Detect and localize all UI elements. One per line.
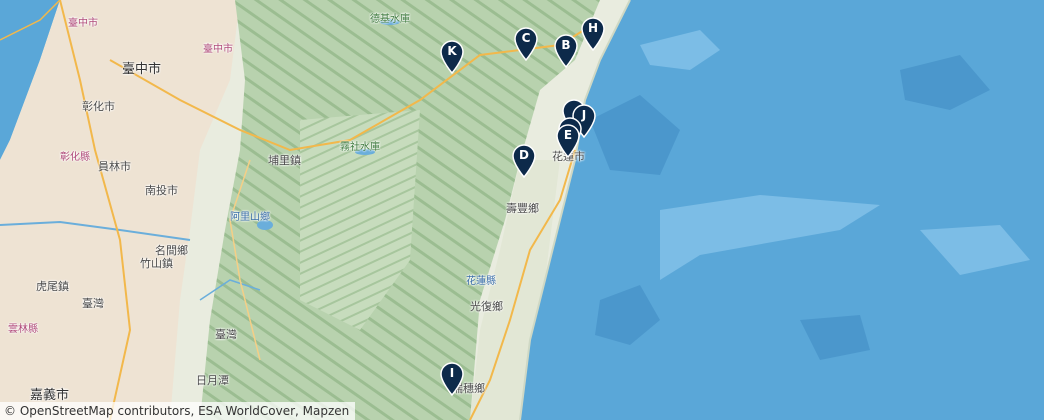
map-marker-d[interactable]: D [511,144,537,178]
map-attribution[interactable]: © OpenStreetMap contributors, ESA WorldC… [0,402,356,420]
marker-label: E [563,128,573,142]
place-label-deji: 德基水庫 [370,14,410,25]
marker-label: H [587,21,599,35]
marker-label: D [519,148,529,162]
place-label-chiayi: 嘉義市 [30,388,70,403]
map-marker-i[interactable]: I [439,362,465,396]
place-label-yuanlin: 員林市 [98,160,131,173]
place-label-sunmoon: 阿里山鄉 [230,212,270,223]
place-label-taiwan-1: 臺灣 [82,297,104,310]
place-label-alishan: 日月潭 [196,374,229,387]
place-label-shoufeng: 壽豐鄉 [506,202,539,215]
place-label-yunlin: 雲林縣 [8,324,38,335]
place-label-puli: 埔里鎮 [268,154,301,167]
place-label-nantou: 南投市 [145,184,178,197]
place-label-huwei: 虎尾鎮 [36,280,69,293]
marker-label: K [447,44,457,58]
map-marker-h[interactable]: H [580,17,606,51]
place-label-wushe: 霧社水庫 [340,142,380,153]
place-label-hualien-county: 花蓮縣 [466,276,496,287]
marker-label: I [449,366,455,380]
place-label-taichung: 臺中市 [122,62,162,77]
marker-label: B [561,38,571,52]
map-marker-k[interactable]: K [439,40,465,74]
place-label-zhushan: 竹山鎮 [140,257,173,270]
map-canvas[interactable]: 臺中市 臺中市 臺中市 彰化市 彰化縣 員林市 南投市 名間鄉 竹山鎮 虎尾鎮 … [0,0,1044,420]
place-label-taichung-small: 臺中市 [68,18,98,29]
place-label-changhua-county: 彰化縣 [60,152,90,163]
place-label-taiwan-2: 臺灣 [215,328,237,341]
map-marker-e[interactable]: E [555,124,581,158]
place-label-guangfu: 光復鄉 [470,300,503,313]
marker-label: C [521,31,531,45]
map-marker-b[interactable]: B [553,34,579,68]
place-label-changhua: 彰化市 [82,100,115,113]
place-label-taichung-district: 臺中市 [203,44,233,55]
map-marker-c[interactable]: C [513,27,539,61]
